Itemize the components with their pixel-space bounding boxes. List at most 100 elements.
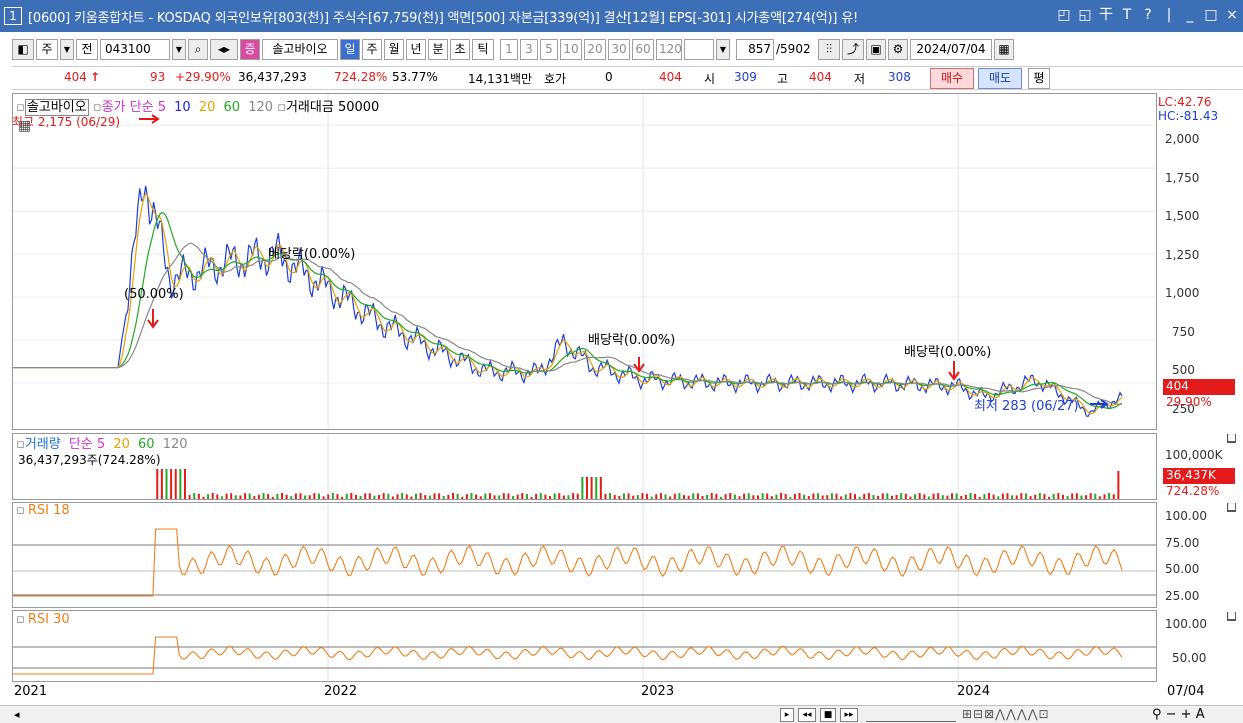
buy-button[interactable]: 매수 <box>930 68 974 89</box>
legend-amount[interactable]: 거래대금 50000 <box>286 100 379 115</box>
volume-bar <box>840 496 843 499</box>
volume-bar <box>239 495 242 499</box>
pin-icon[interactable]: 干 <box>1099 6 1113 24</box>
forward-icon[interactable]: ▸▸ <box>840 708 858 722</box>
volume-bar <box>1117 471 1120 499</box>
interval-60[interactable]: 60 <box>632 38 654 60</box>
volume-bar <box>350 493 353 499</box>
volume-current: 36,437,293주(724.28%) <box>18 453 161 467</box>
sell-button[interactable]: 매도 <box>978 68 1022 89</box>
stock-code-input[interactable]: 043100 <box>100 38 170 60</box>
rsi18-label[interactable]: RSI 18 <box>28 503 70 518</box>
maximize-icon[interactable]: □ <box>1204 6 1218 24</box>
interval-5[interactable]: 5 <box>540 38 558 60</box>
volume-panel-menu-icon[interactable]: ■ <box>1227 434 1236 443</box>
volume-legend-label[interactable]: 거래량 <box>25 437 61 452</box>
period-dropdown-icon[interactable]: ▼ <box>60 38 74 60</box>
interval-1[interactable]: 1 <box>500 38 518 60</box>
tab-tick[interactable]: 틱 <box>472 38 494 60</box>
interval-custom-input[interactable] <box>684 38 714 60</box>
scroll-left-icon[interactable]: ◂ <box>14 708 20 722</box>
volume-bar <box>1024 493 1027 499</box>
volume-ma60: 60 <box>138 437 155 452</box>
interval-10[interactable]: 10 <box>560 38 582 60</box>
volume-bar <box>803 494 806 499</box>
save-icon[interactable]: ▣ <box>866 38 886 60</box>
candle-icon[interactable]: ⫶⫶ <box>818 38 840 60</box>
page-current-input[interactable]: 857 <box>736 38 774 60</box>
trade-amount: 14,131백만 <box>468 72 533 86</box>
search-icon[interactable]: ⌕ <box>188 38 208 60</box>
tab-day[interactable]: 일 <box>340 38 360 60</box>
volume-bar <box>877 495 880 499</box>
interval-120[interactable]: 120 <box>656 38 682 60</box>
volume-bar <box>442 495 445 499</box>
volume-bar <box>853 494 856 499</box>
zoom-slider[interactable] <box>866 708 956 722</box>
volume-bar <box>160 469 163 499</box>
rsi30-panel-menu-icon[interactable]: ■ <box>1227 612 1236 621</box>
volume-bar <box>909 496 912 499</box>
volume-legend-ma[interactable]: 단순 <box>69 437 93 452</box>
tab-month[interactable]: 월 <box>384 38 404 60</box>
restore-left-icon[interactable]: ◰ <box>1057 6 1071 24</box>
div-arrow-icon <box>633 357 645 373</box>
x-label-end: 07/04 <box>1167 684 1205 699</box>
window-number[interactable]: 1 <box>4 7 22 25</box>
calendar-icon[interactable]: ▦ <box>994 38 1014 60</box>
volume-bar <box>904 493 907 499</box>
legend-ma20: 20 <box>198 100 216 115</box>
speaker-icon[interactable]: ◂▸ <box>210 38 238 60</box>
volume-bar <box>673 493 676 499</box>
rewind-icon[interactable]: ◂◂ <box>798 708 816 722</box>
hc-label: HC:-81.43 <box>1158 109 1219 123</box>
interval-20[interactable]: 20 <box>584 38 606 60</box>
volume-bar <box>581 477 584 499</box>
prev-button[interactable]: 전 <box>76 38 98 60</box>
date-input[interactable]: 2024/07/04 <box>910 38 992 60</box>
drawing-tools-icon[interactable]: ⊞⊟⊠⋀⋀⋀⋀⊡ <box>962 708 1050 722</box>
interval-30[interactable]: 30 <box>608 38 630 60</box>
interval-dropdown-icon[interactable]: ▼ <box>716 38 730 60</box>
grid-icon[interactable]: ▦ <box>18 118 31 134</box>
eval-button[interactable]: 평 <box>1028 68 1050 89</box>
code-dropdown-icon[interactable]: ▼ <box>172 38 186 60</box>
volume-bar <box>761 493 764 499</box>
volume-bar <box>747 493 750 499</box>
gear-icon[interactable]: ⚙ <box>888 38 908 60</box>
restore-right-icon[interactable]: ◱ <box>1078 6 1092 24</box>
help-icon[interactable]: ? <box>1141 6 1155 24</box>
rsi18-panel-menu-icon[interactable]: ■ <box>1227 503 1236 512</box>
volume-bar <box>502 493 505 499</box>
close-icon[interactable]: × <box>1225 6 1239 24</box>
volume-bar <box>535 493 538 499</box>
font-icon[interactable]: T <box>1120 6 1134 24</box>
chart-tools-icon[interactable]: ◧ <box>12 38 34 60</box>
interval-3[interactable]: 3 <box>520 38 538 60</box>
stop-icon[interactable]: ■ <box>820 708 836 722</box>
volume: 36,437,293 <box>238 70 307 84</box>
play-icon[interactable]: ▸ <box>780 708 794 722</box>
volume-bar <box>322 496 325 499</box>
volume-bar <box>595 477 598 499</box>
volume-bar <box>895 495 898 499</box>
chart-area[interactable]: ▫ 솔고바이오 ▫종가 단순 5 10 20 60 120 ▫거래대금 50000… <box>12 93 1243 705</box>
tab-minute[interactable]: 분 <box>428 38 448 60</box>
volume-bar <box>424 495 427 499</box>
zoom-controls-icon[interactable]: ⚲ − + A <box>1152 708 1205 722</box>
tab-year[interactable]: 년 <box>406 38 426 60</box>
volume-bar <box>927 496 930 499</box>
rsi30-label[interactable]: RSI 30 <box>28 612 70 627</box>
bottom-scrollbar[interactable]: ◂ ▸ ◂◂ ■ ▸▸ ⊞⊟⊠⋀⋀⋀⋀⊡ ⚲ − + A <box>0 705 1243 723</box>
tab-second[interactable]: 초 <box>450 38 470 60</box>
minimize-icon[interactable]: _ <box>1183 6 1197 24</box>
volume-bar <box>521 493 524 499</box>
volume-bar <box>257 494 260 499</box>
volume-bar <box>567 495 570 499</box>
volume-bar <box>807 496 810 499</box>
volume-legend: ▫거래량 단순 5 20 60 120 <box>16 433 188 452</box>
trendline-icon[interactable]: ⤴ <box>842 38 864 60</box>
tab-week[interactable]: 주 <box>362 38 382 60</box>
period-label[interactable]: 주 <box>36 38 58 60</box>
volume-ratio: 724.28% <box>334 70 388 84</box>
